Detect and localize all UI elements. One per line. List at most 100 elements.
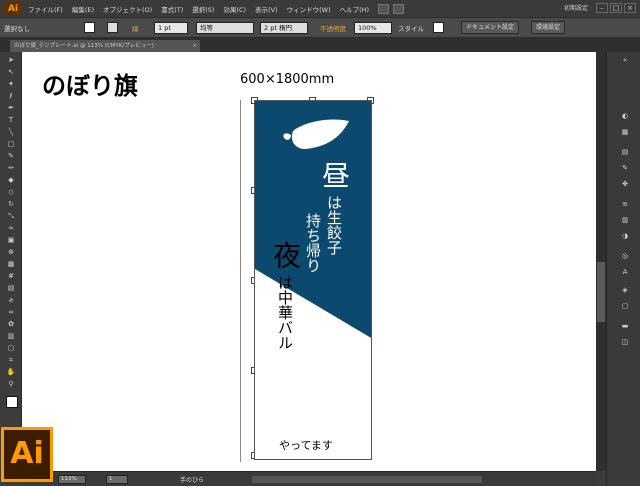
scale-tool-icon[interactable]: ⤡ [6, 212, 16, 220]
close-button[interactable]: × [624, 3, 636, 13]
preferences-button[interactable]: 環境設定 [531, 21, 566, 34]
artboards-icon[interactable]: ▢ [619, 302, 631, 311]
perspective-grid-tool-icon[interactable]: ▦ [6, 260, 16, 268]
color-guide-icon[interactable]: ▦ [619, 128, 631, 137]
line-style-field[interactable]: 均等 [196, 22, 254, 34]
page-title: のぼり旗 [42, 71, 138, 100]
brushes-icon[interactable]: ✎ [619, 164, 631, 173]
opacity-field[interactable]: 100% [354, 22, 392, 34]
brush-field[interactable]: 2 pt 楕円 [260, 22, 308, 34]
text-open: やってます [279, 439, 333, 452]
document-tab[interactable]: のぼり旗_テンプレート.ai @ 113% (CMYK/プレビュー) × [10, 40, 200, 52]
menu-window[interactable]: ウィンドウ(W) [287, 4, 331, 14]
gradient-tool-icon[interactable]: ▤ [6, 284, 16, 292]
pen-tool-icon[interactable]: ✒ [6, 104, 16, 112]
shape-builder-tool-icon[interactable]: ⊕ [6, 248, 16, 256]
rotate-tool-icon[interactable]: ↻ [6, 200, 16, 208]
rectangle-tool-icon[interactable]: □ [6, 140, 16, 148]
status-bar: 113% 1 手のひら [22, 471, 596, 486]
appearance-icon[interactable]: ◎ [619, 252, 631, 261]
minimize-button[interactable]: – [596, 3, 608, 13]
symbols-icon[interactable]: ✤ [619, 180, 631, 189]
document-tab-strip: のぼり旗_テンプレート.ai @ 113% (CMYK/プレビュー) × [0, 38, 640, 52]
zoom-field[interactable]: 113% [58, 475, 86, 484]
column-graph-tool-icon[interactable]: ▥ [6, 332, 16, 340]
menu-file[interactable]: ファイル(F) [28, 4, 63, 14]
type-tool-icon[interactable]: T [6, 116, 16, 124]
menu-effect[interactable]: 効果(C) [223, 4, 246, 14]
size-label: 600×1800mm [240, 72, 335, 87]
arrange-icon[interactable] [393, 3, 405, 14]
text-yoru: 夜 [269, 241, 302, 269]
blob-brush-tool-icon[interactable]: ◆ [6, 176, 16, 184]
free-transform-tool-icon[interactable]: ▣ [6, 236, 16, 244]
menu-edit[interactable]: 編集(E) [72, 4, 94, 14]
document-settings-button[interactable]: ドキュメント設定 [461, 21, 520, 34]
text-hiru-sub: は生餃子 [325, 195, 343, 255]
banner-artwork [255, 101, 371, 338]
swatches-icon[interactable]: ▤ [619, 148, 631, 157]
slice-tool-icon[interactable]: ⌗ [6, 356, 16, 364]
menu-object[interactable]: オブジェクト(O) [103, 4, 152, 14]
paintbrush-tool-icon[interactable]: ✎ [6, 152, 16, 160]
pencil-tool-icon[interactable]: ✏ [6, 164, 16, 172]
layers-icon[interactable]: ◈ [619, 286, 631, 295]
stroke-panel-icon[interactable]: ≡ [619, 200, 631, 209]
current-tool-label: 手のひら [180, 477, 205, 484]
menu-help[interactable]: ヘルプ(H) [340, 4, 369, 14]
hand-tool-icon[interactable]: ✋ [6, 368, 16, 376]
eraser-tool-icon[interactable]: ◇ [6, 188, 16, 196]
fill-swatch[interactable] [84, 22, 95, 33]
lasso-tool-icon[interactable]: ℓ [6, 92, 16, 100]
pathfinder-icon[interactable]: ◫ [619, 338, 631, 347]
character-icon[interactable]: A [619, 268, 631, 277]
width-tool-icon[interactable]: ≈ [6, 224, 16, 232]
transparency-icon[interactable]: ◑ [619, 232, 631, 241]
direct-selection-tool-icon[interactable]: ↖ [6, 68, 16, 76]
gradient-panel-icon[interactable]: ▥ [619, 216, 631, 225]
menu-view[interactable]: 表示(V) [255, 4, 278, 14]
pole-guide-line [240, 100, 241, 462]
stroke-swatch[interactable] [107, 22, 118, 33]
menu-select[interactable]: 選択(S) [192, 4, 214, 14]
artboard-number-field[interactable]: 1 [106, 475, 128, 484]
text-hiru: 昼 [318, 161, 351, 189]
horizontal-scroll-track[interactable] [252, 476, 482, 483]
bridge-icon[interactable] [378, 3, 390, 14]
close-tab-icon[interactable]: × [192, 40, 197, 52]
right-panel-dock: « ◐ ▦ ▤ ✎ ✤ ≡ ▥ ◑ ◎ A ◈ ▢ ▬ ◫ [606, 52, 640, 486]
text-yoru-sub: は中華バル [276, 275, 294, 350]
color-panel-icon[interactable]: ◐ [619, 112, 631, 121]
symbol-sprayer-tool-icon[interactable]: ✿ [6, 320, 16, 328]
style-swatch[interactable] [433, 22, 444, 33]
artboard-canvas[interactable]: のぼり旗 600×1800mm 昼 は生餃子 持ち帰り 夜 は中華バル やってま… [22, 52, 596, 471]
eyedropper-tool-icon[interactable]: ⌀ [6, 296, 16, 304]
line-tool-icon[interactable]: ╲ [6, 128, 16, 136]
selection-status: 選択なし [4, 25, 30, 33]
maximize-button[interactable]: □ [610, 3, 622, 13]
text-takeout: 持ち帰り [304, 213, 322, 273]
magic-wand-tool-icon[interactable]: ✦ [6, 80, 16, 88]
menu-type[interactable]: 書式(T) [161, 4, 183, 14]
control-bar: 選択なし 線 1 pt 均等 2 pt 楕円 不透明度 100% スタイル ドキ… [0, 17, 640, 38]
app-logo: Ai [4, 1, 22, 16]
vertical-scroll-thumb[interactable] [597, 262, 605, 322]
stroke-weight-field[interactable]: 1 pt [154, 22, 188, 34]
blend-tool-icon[interactable]: ∞ [6, 308, 16, 316]
style-label: スタイル [398, 25, 424, 33]
align-icon[interactable]: ▬ [619, 322, 631, 331]
stroke-label[interactable]: 線 [132, 23, 139, 33]
workspace-switcher[interactable]: 初期設定 [564, 3, 588, 12]
nobori-banner[interactable]: 昼 は生餃子 持ち帰り 夜 は中華バル やってます [254, 100, 372, 460]
zoom-tool-icon[interactable]: ⚲ [6, 380, 16, 388]
menu-bar: Ai ファイル(F) 編集(E) オブジェクト(O) 書式(T) 選択(S) 効… [0, 0, 640, 17]
mesh-tool-icon[interactable]: # [6, 272, 16, 280]
selection-tool-icon[interactable]: ➤ [6, 56, 16, 64]
opacity-label[interactable]: 不透明度 [320, 23, 346, 33]
artboard-tool-icon[interactable]: ▢ [6, 344, 16, 352]
vertical-scrollbar[interactable] [596, 52, 606, 471]
collapse-icon[interactable]: « [619, 56, 631, 65]
illustrator-logo: Ai [1, 427, 53, 482]
document-tab-label: のぼり旗_テンプレート.ai @ 113% (CMYK/プレビュー) [14, 43, 154, 49]
fill-color-icon[interactable] [6, 396, 18, 408]
